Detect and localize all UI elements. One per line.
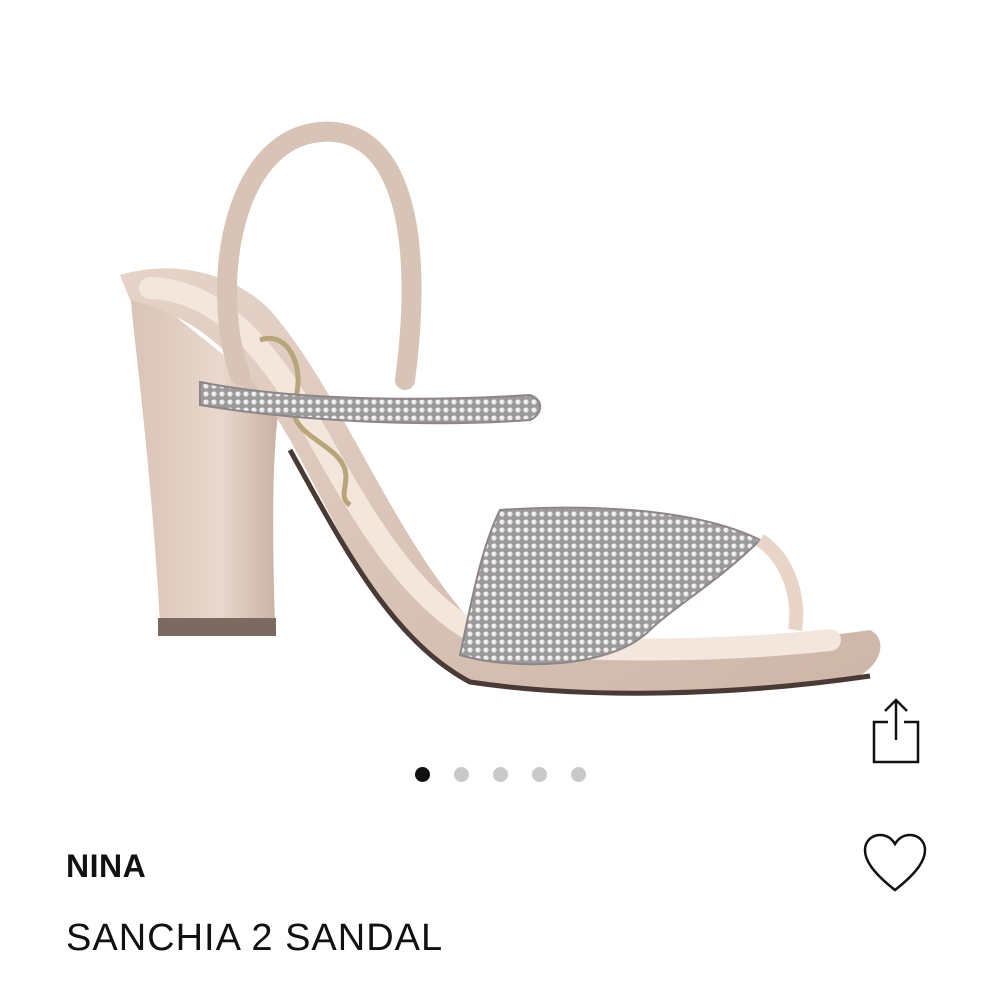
carousel-dot-4[interactable] bbox=[531, 766, 547, 782]
carousel-dot-2[interactable] bbox=[453, 766, 469, 782]
product-title: SANCHIA 2 SANDAL bbox=[66, 917, 444, 959]
carousel-dot-3[interactable] bbox=[492, 766, 508, 782]
product-image[interactable] bbox=[90, 110, 910, 710]
share-button[interactable] bbox=[868, 696, 924, 768]
carousel-dot-5[interactable] bbox=[570, 766, 586, 782]
heart-icon bbox=[863, 833, 927, 892]
share-icon bbox=[872, 698, 920, 764]
carousel-dot-1[interactable] bbox=[414, 766, 430, 782]
image-carousel-dots bbox=[400, 764, 600, 784]
favorite-button[interactable] bbox=[862, 832, 928, 894]
brand-name[interactable]: NINA bbox=[66, 848, 146, 885]
